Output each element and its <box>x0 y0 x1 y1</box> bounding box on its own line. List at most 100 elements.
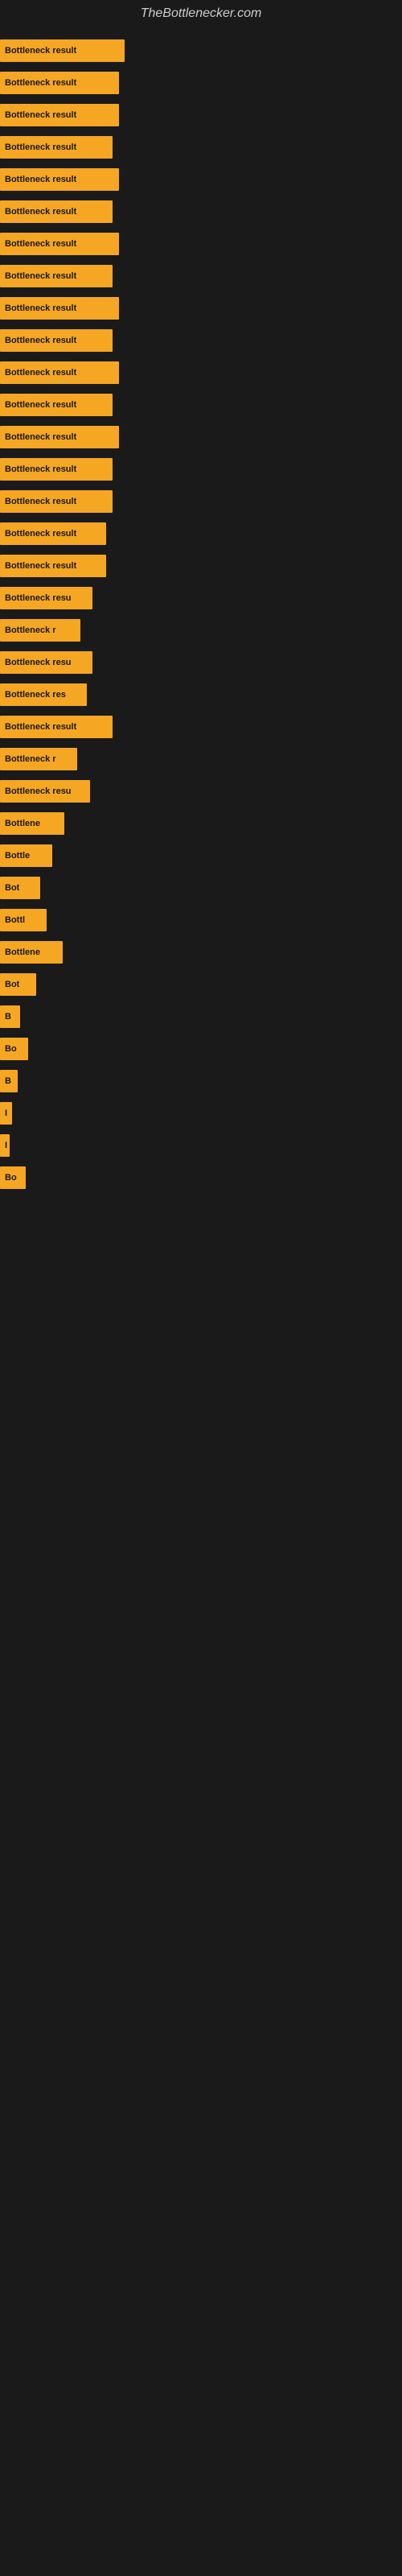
bar-label: Bottleneck result <box>5 271 76 281</box>
bar-row: Bottleneck r <box>0 744 402 774</box>
bar-row: I <box>0 1098 402 1129</box>
result-bar: Bot <box>0 973 36 996</box>
bar-row: Bottleneck res <box>0 679 402 710</box>
bar-row: Bottleneck result <box>0 551 402 581</box>
bar-row: Bottleneck resu <box>0 776 402 807</box>
bar-row: Bottleneck result <box>0 486 402 517</box>
result-bar: Bottleneck result <box>0 426 119 448</box>
bar-row: Bottleneck result <box>0 132 402 163</box>
bar-row: Bottleneck resu <box>0 583 402 613</box>
bar-label: Bottleneck result <box>5 336 76 345</box>
bar-label: Bottleneck result <box>5 561 76 571</box>
bar-label: Bottleneck res <box>5 690 66 700</box>
result-bar: Bottleneck resu <box>0 780 90 803</box>
bar-label: Bot <box>5 883 19 893</box>
site-title: TheBottlenecker.com <box>0 0 402 27</box>
bar-row: Bottleneck result <box>0 196 402 227</box>
bar-row: Bottleneck result <box>0 325 402 356</box>
result-bar: Bottleneck result <box>0 490 113 513</box>
bar-row: Bottleneck result <box>0 454 402 485</box>
result-bar: I <box>0 1102 12 1125</box>
bar-row: Bottl <box>0 905 402 935</box>
bar-label: Bottleneck result <box>5 142 76 152</box>
result-bar: Bottlene <box>0 941 63 964</box>
bar-row: Bottleneck result <box>0 164 402 195</box>
result-bar: Bottle <box>0 844 52 867</box>
bar-row: Bot <box>0 873 402 903</box>
bar-label: Bottleneck result <box>5 207 76 217</box>
result-bar: Bottleneck result <box>0 136 113 159</box>
bar-label: I <box>5 1108 7 1118</box>
bar-label: Bottlene <box>5 819 40 828</box>
bar-row: Bot <box>0 969 402 1000</box>
bar-label: Bottleneck resu <box>5 658 72 667</box>
bar-row: Bottleneck result <box>0 357 402 388</box>
result-bar: Bottleneck result <box>0 329 113 352</box>
bar-row: B <box>0 1001 402 1032</box>
bar-row: Bottleneck r <box>0 615 402 646</box>
bar-row: Bottleneck result <box>0 229 402 259</box>
bar-label: Bot <box>5 980 19 989</box>
result-bar: Bottleneck result <box>0 168 119 191</box>
bar-row: Bottleneck result <box>0 293 402 324</box>
result-bar: Bottleneck result <box>0 555 106 577</box>
bar-label: Bottleneck result <box>5 78 76 88</box>
result-bar: Bottleneck resu <box>0 651 92 674</box>
bar-label: Bottleneck result <box>5 368 76 378</box>
bar-label: Bottleneck result <box>5 497 76 506</box>
bar-label: Bottleneck result <box>5 303 76 313</box>
result-bar: Bot <box>0 877 40 899</box>
result-bar: Bottleneck result <box>0 265 113 287</box>
result-bar: Bottleneck res <box>0 683 87 706</box>
bar-row: Bottleneck result <box>0 35 402 66</box>
bar-label: Bottleneck result <box>5 110 76 120</box>
result-bar: Bottlene <box>0 812 64 835</box>
bar-row: Bottleneck result <box>0 261 402 291</box>
result-bar: Bottleneck result <box>0 39 125 62</box>
result-bar: Bottleneck result <box>0 458 113 481</box>
result-bar: I <box>0 1134 10 1157</box>
result-bar: Bottleneck result <box>0 394 113 416</box>
bar-row: Bottleneck result <box>0 518 402 549</box>
result-bar: Bottleneck result <box>0 200 113 223</box>
bars-container: Bottleneck result Bottleneck result Bottle… <box>0 27 402 1203</box>
bar-label: Bottlene <box>5 947 40 957</box>
bar-label: Bottleneck r <box>5 754 56 764</box>
bar-row: Bottleneck result <box>0 390 402 420</box>
bar-label: Bo <box>5 1173 17 1183</box>
result-bar: Bottleneck result <box>0 104 119 126</box>
result-bar: Bottleneck result <box>0 716 113 738</box>
bar-label: Bottleneck result <box>5 529 76 539</box>
result-bar: Bottleneck result <box>0 522 106 545</box>
bar-label: B <box>5 1012 11 1022</box>
result-bar: Bottleneck result <box>0 297 119 320</box>
bar-label: Bottleneck r <box>5 625 56 635</box>
bar-label: Bottleneck result <box>5 46 76 56</box>
result-bar: Bottleneck resu <box>0 587 92 609</box>
bar-label: Bottleneck result <box>5 464 76 474</box>
bar-row: Bottleneck resu <box>0 647 402 678</box>
bar-row: Bottleneck result <box>0 712 402 742</box>
result-bar: Bottleneck r <box>0 619 80 642</box>
result-bar: Bottleneck result <box>0 72 119 94</box>
bar-label: Bottleneck result <box>5 432 76 442</box>
bar-label: Bottleneck result <box>5 400 76 410</box>
bar-label: Bottleneck resu <box>5 593 72 603</box>
bar-row: Bottlene <box>0 808 402 839</box>
result-bar: Bottl <box>0 909 47 931</box>
bar-label: I <box>5 1141 7 1150</box>
bar-row: B <box>0 1066 402 1096</box>
bar-label: Bo <box>5 1044 17 1054</box>
result-bar: Bo <box>0 1038 28 1060</box>
bar-label: B <box>5 1076 11 1086</box>
bar-row: Bottleneck result <box>0 100 402 130</box>
bar-label: Bottleneck result <box>5 175 76 184</box>
bar-label: Bottleneck resu <box>5 786 72 796</box>
bar-label: Bottleneck result <box>5 722 76 732</box>
result-bar: Bo <box>0 1166 26 1189</box>
result-bar: Bottleneck result <box>0 233 119 255</box>
bar-row: Bottle <box>0 840 402 871</box>
bar-row: I <box>0 1130 402 1161</box>
result-bar: B <box>0 1070 18 1092</box>
result-bar: Bottleneck result <box>0 361 119 384</box>
